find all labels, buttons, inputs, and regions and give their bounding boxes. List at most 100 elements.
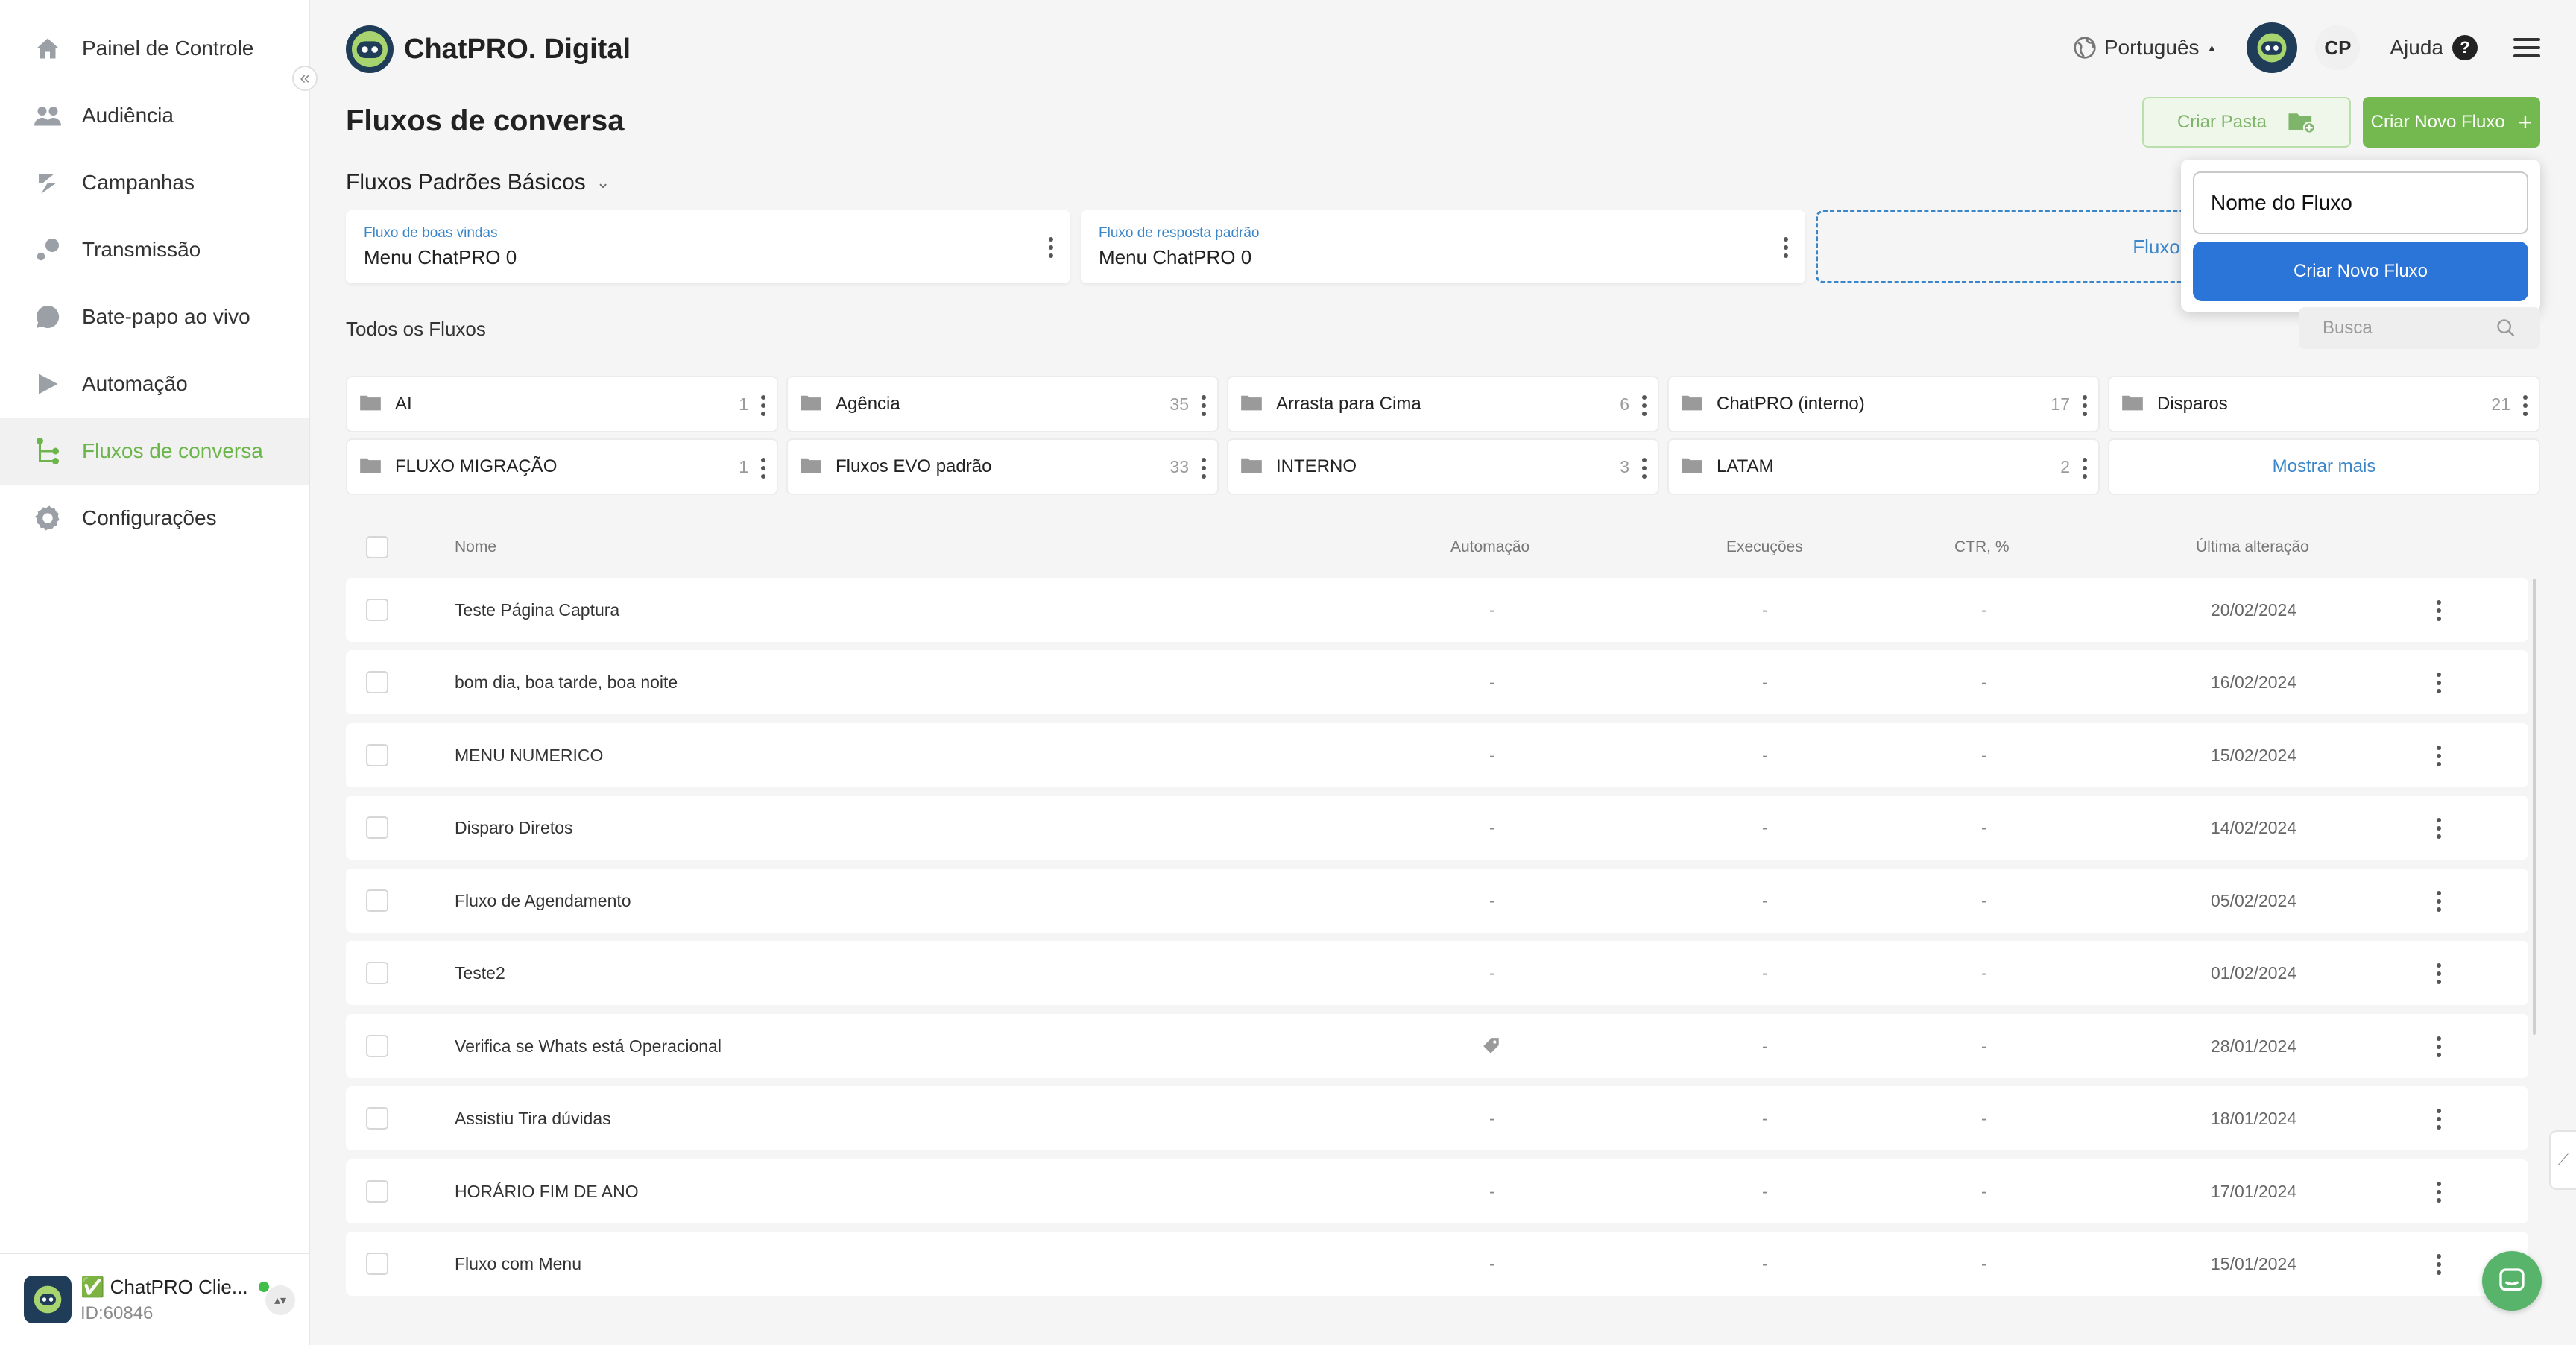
collapse-sidebar-icon[interactable]: « — [292, 66, 318, 91]
table-row[interactable]: Disparo Diretos - - - 14/02/2024 — [346, 796, 2528, 860]
user-initials-avatar[interactable]: CP — [2315, 25, 2361, 70]
table-row[interactable]: Teste Página Captura - - - 20/02/2024 — [346, 578, 2528, 642]
row-checkbox[interactable] — [366, 671, 388, 693]
folder-card[interactable]: FLUXO MIGRAÇÃO 1 — [346, 438, 778, 495]
show-more-folders-button[interactable]: Mostrar mais — [2108, 438, 2540, 495]
more-options-icon[interactable] — [2436, 746, 2442, 766]
account-avatar — [24, 1276, 72, 1323]
more-options-icon[interactable] — [1201, 395, 1207, 416]
row-checkbox[interactable] — [366, 1253, 388, 1275]
row-checkbox[interactable] — [366, 1107, 388, 1130]
column-header-executions[interactable]: Execuções — [1726, 538, 1803, 556]
more-options-icon[interactable] — [2436, 1036, 2442, 1057]
folder-card[interactable]: Fluxos EVO padrão 33 — [786, 438, 1219, 495]
more-options-icon[interactable] — [2436, 963, 2442, 984]
sidebar-item-campanhas[interactable]: Campanhas — [0, 149, 309, 216]
folder-card[interactable]: ChatPRO (interno) 17 — [1667, 376, 2100, 432]
more-options-icon[interactable] — [1641, 395, 1647, 416]
live-chat-launcher[interactable] — [2482, 1251, 2542, 1311]
folder-card[interactable]: Arrasta para Cima 6 — [1227, 376, 1659, 432]
sidebar-item-fluxos[interactable]: Fluxos de conversa — [0, 418, 309, 485]
account-switcher[interactable]: ✅ ChatPRO Clie... ID:60846 ▴▾ — [0, 1253, 309, 1345]
more-options-icon[interactable] — [2082, 395, 2088, 416]
hamburger-menu-icon[interactable] — [2513, 38, 2540, 57]
sidebar-item-configuracoes[interactable]: Configurações — [0, 485, 309, 552]
page-title: Fluxos de conversa — [346, 104, 625, 137]
folder-icon — [1681, 394, 1703, 415]
more-options-icon[interactable] — [2082, 458, 2088, 479]
app-logo[interactable]: ChatPRO. Digital — [346, 25, 631, 73]
more-options-icon[interactable] — [2436, 672, 2442, 693]
table-row[interactable]: Teste2 - - - 01/02/2024 — [346, 941, 2528, 1005]
default-flows-dropdown[interactable]: Fluxos Padrões Básicos ⌄ — [346, 170, 610, 195]
sidebar-item-bate-papo[interactable]: Bate-papo ao vivo — [0, 283, 309, 350]
bot-avatar[interactable] — [2247, 22, 2298, 73]
more-options-icon[interactable] — [1201, 458, 1207, 479]
row-checkbox[interactable] — [366, 1180, 388, 1203]
more-options-icon[interactable] — [1048, 237, 1054, 258]
folder-card[interactable]: AI 1 — [346, 376, 778, 432]
home-icon — [33, 34, 63, 63]
more-options-icon[interactable] — [2522, 395, 2528, 416]
row-checkbox[interactable] — [366, 599, 388, 621]
folder-name: Agência — [836, 394, 900, 414]
row-checkbox[interactable] — [366, 889, 388, 912]
table-row[interactable]: MENU NUMERICO - - - 15/02/2024 — [346, 723, 2528, 787]
confirm-create-flow-button[interactable]: Criar Novo Fluxo — [2193, 242, 2528, 301]
select-all-checkbox[interactable] — [366, 536, 388, 558]
chevron-up-down-icon[interactable]: ▴▾ — [265, 1285, 295, 1315]
row-checkbox[interactable] — [366, 1035, 388, 1057]
column-header-ctr[interactable]: CTR, % — [1954, 538, 2010, 556]
folder-card[interactable]: LATAM 2 — [1667, 438, 2100, 495]
sidebar-item-painel[interactable]: Painel de Controle — [0, 15, 309, 82]
language-selector[interactable]: Português ▲ — [2073, 36, 2217, 60]
more-options-icon[interactable] — [1783, 237, 1789, 258]
ctr-value: - — [1981, 1253, 1987, 1273]
more-options-icon[interactable] — [760, 395, 766, 416]
more-options-icon[interactable] — [2436, 1182, 2442, 1203]
flow-name-input[interactable] — [2193, 171, 2528, 234]
more-options-icon[interactable] — [2436, 891, 2442, 912]
welcome-flow-label: Fluxo de boas vindas — [364, 225, 498, 241]
sidebar-item-automacao[interactable]: Automação — [0, 350, 309, 418]
search-input[interactable]: Busca — [2299, 307, 2540, 349]
folder-icon — [800, 456, 822, 478]
create-folder-button[interactable]: Criar Pasta — [2142, 97, 2351, 148]
automation-value: - — [1489, 817, 1495, 837]
column-header-automation[interactable]: Automação — [1450, 538, 1530, 556]
column-header-name[interactable]: Nome — [455, 538, 496, 556]
table-row[interactable]: Fluxo com Menu - - - 15/01/2024 — [346, 1232, 2528, 1296]
gear-icon — [33, 503, 63, 533]
more-options-icon[interactable] — [2436, 1109, 2442, 1130]
help-link[interactable]: Ajuda ? — [2390, 35, 2478, 60]
table-row[interactable]: Assistiu Tira dúvidas - - - 18/01/2024 — [346, 1086, 2528, 1150]
table-scrollbar[interactable] — [2533, 579, 2536, 1035]
column-header-updated[interactable]: Última alteração — [2196, 538, 2309, 556]
table-row[interactable]: Fluxo de Agendamento - - - 05/02/2024 — [346, 869, 2528, 933]
updated-date: 20/02/2024 — [2211, 599, 2297, 620]
row-checkbox[interactable] — [366, 816, 388, 839]
table-row[interactable]: Verifica se Whats está Operacional - - 2… — [346, 1014, 2528, 1078]
account-name: ✅ ChatPRO Clie... — [80, 1275, 248, 1298]
folder-card[interactable]: Disparos 21 — [2108, 376, 2540, 432]
create-flow-button[interactable]: Criar Novo Fluxo + — [2363, 97, 2540, 148]
table-row[interactable]: HORÁRIO FIM DE ANO - - - 17/01/2024 — [346, 1159, 2528, 1223]
row-checkbox[interactable] — [366, 744, 388, 766]
side-panel-tab-icon[interactable]: ⟋ — [2549, 1130, 2576, 1190]
more-options-icon[interactable] — [2436, 1254, 2442, 1275]
table-row[interactable]: bom dia, boa tarde, boa noite - - - 16/0… — [346, 650, 2528, 714]
sidebar-item-audiencia[interactable]: Audiência — [0, 82, 309, 149]
more-options-icon[interactable] — [2436, 600, 2442, 621]
row-checkbox[interactable] — [366, 962, 388, 984]
folder-card[interactable]: Agência 35 — [786, 376, 1219, 432]
ctr-value: - — [1981, 599, 1987, 620]
welcome-flow-card[interactable]: Fluxo de boas vindas Menu ChatPRO 0 — [346, 210, 1070, 283]
more-options-icon[interactable] — [1641, 458, 1647, 479]
more-options-icon[interactable] — [760, 458, 766, 479]
create-folder-label: Criar Pasta — [2176, 112, 2267, 132]
more-options-icon[interactable] — [2436, 818, 2442, 839]
automation-value: - — [1489, 599, 1495, 620]
sidebar-item-transmissao[interactable]: Transmissão — [0, 216, 309, 283]
fallback-flow-card[interactable]: Fluxo de resposta padrão Menu ChatPRO 0 — [1081, 210, 1805, 283]
folder-card[interactable]: INTERNO 3 — [1227, 438, 1659, 495]
